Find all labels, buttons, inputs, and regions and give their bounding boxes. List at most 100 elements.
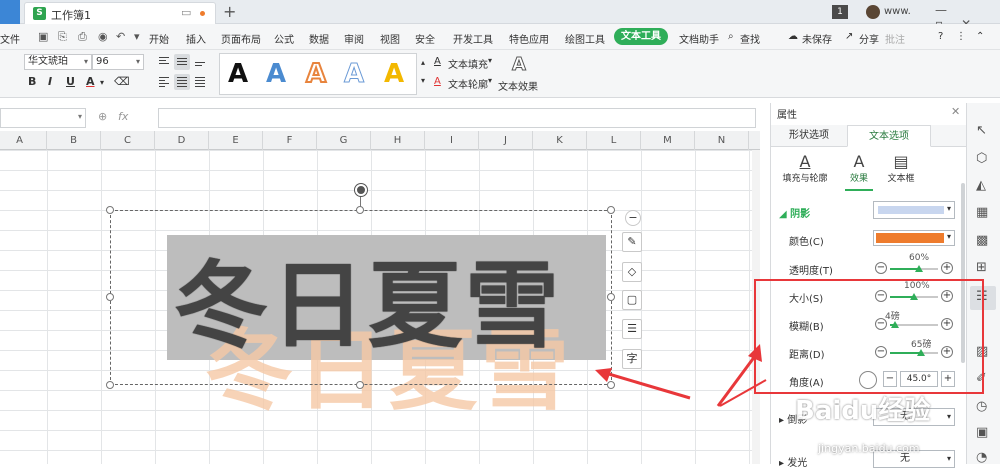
column-header[interactable]: D (155, 131, 209, 150)
font-color-button[interactable]: A (86, 75, 95, 88)
collapse-icon[interactable]: ⌃ (976, 31, 984, 42)
menu-developer[interactable]: 开发工具 (453, 31, 493, 46)
column-header[interactable]: E (209, 131, 263, 150)
tab-shape-options[interactable]: 形状选项 (771, 125, 847, 147)
shadow-color-select[interactable]: ▾ (873, 230, 955, 246)
gallery-scroll-up-icon[interactable]: ▴ (421, 58, 425, 67)
resize-handle[interactable] (106, 381, 114, 389)
text-effect-button[interactable]: 文本效果 (498, 78, 538, 93)
subtab-textbox[interactable]: ▤ 文本框 (871, 153, 931, 185)
wordart-style-orange-outline[interactable]: A (305, 58, 327, 90)
avatar[interactable] (866, 5, 880, 19)
decrease-icon[interactable]: − (875, 262, 887, 274)
menu-doc-assistant[interactable]: 文档助手 (679, 31, 719, 46)
export-icon[interactable]: ⎘ (58, 30, 67, 44)
wordart-selection-frame[interactable] (110, 210, 612, 385)
column-header[interactable]: H (371, 131, 425, 150)
resize-handle[interactable] (607, 206, 615, 214)
column-header[interactable]: L (587, 131, 641, 150)
cloud-icon[interactable]: ☁ (788, 31, 798, 42)
wrap-text-icon[interactable]: ☰ (622, 319, 642, 339)
fill-icon[interactable]: ◇ (622, 262, 642, 282)
resize-handle[interactable] (607, 293, 615, 301)
wordart-style-black[interactable]: A (228, 58, 248, 90)
transparency-slider[interactable]: − 60% + (875, 253, 953, 276)
panel-title[interactable]: 属性 (777, 106, 797, 121)
grid-icon[interactable]: ▩ (976, 233, 988, 248)
annotate-button[interactable]: 批注 (885, 31, 905, 46)
chevron-down-icon[interactable]: ▾ (100, 78, 104, 87)
window-count-badge[interactable]: 1 (832, 5, 848, 19)
help-icon[interactable]: ? (938, 31, 943, 42)
menu-review[interactable]: 审阅 (344, 31, 364, 46)
resize-handle[interactable] (356, 381, 364, 389)
clock-icon[interactable]: ◔ (976, 450, 987, 465)
save-icon[interactable]: ▣ (38, 30, 48, 43)
column-header[interactable]: J (479, 131, 533, 150)
italic-button[interactable]: I (48, 75, 52, 88)
wordart-style-gold[interactable]: A (384, 58, 404, 90)
table-icon[interactable]: ▦ (976, 205, 988, 220)
name-box[interactable]: ▾ (0, 108, 86, 128)
more-icon[interactable]: ⋮ (956, 31, 966, 42)
menu-special[interactable]: 特色应用 (509, 31, 549, 46)
collapse-float-icon[interactable]: − (625, 210, 641, 226)
column-header[interactable]: G (317, 131, 371, 150)
document-tab[interactable]: S 工作簿1 ▭ (24, 2, 216, 24)
resize-handle[interactable] (106, 293, 114, 301)
font-size-select[interactable]: 96 ▾ (92, 54, 144, 70)
menu-home[interactable]: 开始 (149, 31, 169, 46)
app-menu-tab[interactable] (0, 0, 20, 24)
search-button[interactable]: 查找 (740, 31, 760, 46)
print-icon[interactable]: ⎙ (78, 30, 87, 44)
menu-drawing-tools[interactable]: 绘图工具 (565, 31, 605, 46)
underline-button[interactable]: U (66, 75, 75, 88)
column-header[interactable]: I (425, 131, 479, 150)
preview-icon[interactable]: ◉ (98, 30, 108, 43)
text-outline-button[interactable]: 文本轮廓 (448, 76, 488, 91)
save-state[interactable]: 未保存 (802, 31, 832, 46)
menu-page-layout[interactable]: 页面布局 (221, 31, 261, 46)
fx-icon[interactable]: fx (118, 110, 128, 123)
column-header[interactable]: M (641, 131, 695, 150)
picture-icon[interactable]: ▣ (976, 425, 988, 440)
align-middle-button[interactable] (174, 54, 190, 70)
menu-data[interactable]: 数据 (309, 31, 329, 46)
pen-icon[interactable]: ✎ (622, 232, 642, 252)
formula-input[interactable] (158, 108, 756, 128)
menu-insert[interactable]: 插入 (186, 31, 206, 46)
gallery-scroll-down-icon[interactable]: ▾ (421, 76, 425, 85)
subtab-fill-outline[interactable]: A 填充与轮廓 (775, 153, 835, 185)
align-top-button[interactable] (156, 54, 172, 70)
section-glow[interactable]: ▸ 发光 (779, 454, 807, 469)
chart-icon[interactable]: ⊞ (976, 260, 987, 275)
shapes-icon[interactable]: ⬡ (976, 151, 987, 166)
layers-icon[interactable]: ◭ (976, 178, 986, 193)
search-icon[interactable]: ⌕ (728, 31, 734, 42)
column-header[interactable]: N (695, 131, 749, 150)
monitor-icon[interactable]: ▭ (181, 6, 191, 19)
share-icon[interactable]: ↗ (845, 31, 853, 42)
menu-formula[interactable]: 公式 (274, 31, 294, 46)
menu-security[interactable]: 安全 (415, 31, 435, 46)
user-name[interactable]: www. (884, 6, 911, 17)
undo-icon[interactable]: ↶ (116, 30, 125, 43)
column-header[interactable]: A (0, 131, 47, 150)
close-icon[interactable]: ✕ (951, 105, 960, 118)
increase-icon[interactable]: + (941, 262, 953, 274)
align-right-button[interactable] (192, 74, 208, 90)
shadow-preset-select[interactable]: ▾ (873, 201, 955, 219)
wordart-style-blue[interactable]: A (266, 58, 286, 90)
share-button[interactable]: 分享 (859, 31, 879, 46)
wordart-style-blue-outline[interactable]: A (343, 58, 364, 90)
resize-handle[interactable] (106, 206, 114, 214)
outline-icon[interactable]: ▢ (622, 290, 642, 310)
menu-text-tools[interactable]: 文本工具 (614, 28, 668, 45)
slider-thumb[interactable] (915, 265, 923, 272)
eraser-icon[interactable]: ⌫ (114, 75, 130, 88)
menu-file[interactable]: 文件 (0, 31, 20, 46)
add-tab-button[interactable]: + (223, 2, 236, 21)
column-header[interactable]: B (47, 131, 101, 150)
redo-icon[interactable]: ▾ (134, 30, 140, 43)
align-bottom-button[interactable] (192, 54, 208, 70)
